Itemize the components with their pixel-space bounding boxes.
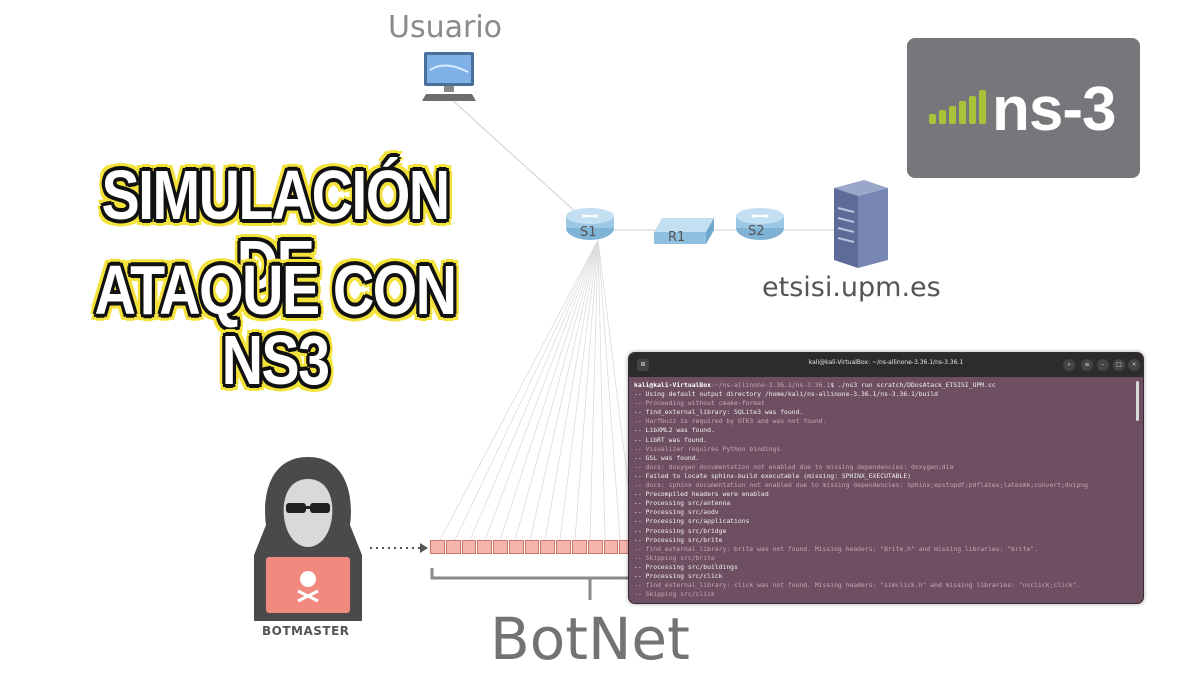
bot-node-icon — [461, 540, 477, 554]
hacker-icon — [254, 457, 362, 621]
ns3-logo: ns-3 — [907, 38, 1140, 178]
search-icon[interactable]: ⌕ — [1063, 359, 1075, 371]
terminal-line: -- Processing src/click — [634, 571, 723, 580]
close-icon[interactable]: × — [1128, 359, 1140, 371]
terminal-scrollbar[interactable] — [1136, 381, 1139, 421]
terminal-line: -- Skipping src/click — [634, 590, 715, 599]
bot-node-icon — [524, 540, 540, 554]
bot-node-icon — [477, 540, 493, 554]
title-line-2: ATAQUE CON NS3 — [94, 251, 458, 399]
terminal-line: -- Using default output directory /home/… — [634, 390, 938, 399]
terminal-line: -- find_external_library: SQLite3 was fo… — [634, 408, 804, 417]
terminal-line: -- GSL was found. — [634, 453, 700, 462]
bot-node-icon — [587, 540, 603, 554]
terminal-line: -- docs: doxygen documentation not enabl… — [634, 462, 954, 471]
router-s2-label: S2 — [748, 224, 765, 239]
bot-node-icon — [493, 540, 508, 554]
bot-node-icon — [508, 540, 524, 554]
terminal-line: -- Processing src/brite — [634, 535, 723, 544]
router-r1-label: R1 — [668, 230, 686, 245]
terminal-output: kali@kali-VirtualBox:~/ns-allinone-3.36.… — [629, 377, 1143, 603]
botmaster-label: BOTMASTER — [262, 624, 350, 638]
minimize-icon[interactable]: – — [1097, 359, 1109, 371]
server-label: etsisi.upm.es — [762, 272, 941, 303]
terminal-line: -- LibXML2 was found. — [634, 426, 715, 435]
router-s1-label: S1 — [580, 225, 597, 240]
terminal-line: -- Processing src/antenna — [634, 499, 731, 508]
prompt-user: kali@kali-VirtualBox — [634, 381, 711, 389]
bot-node-icon — [556, 540, 572, 554]
terminal-line: -- find_external_library: brite was not … — [634, 544, 1038, 553]
menu-icon[interactable]: ≡ — [1081, 359, 1093, 371]
terminal-line: -- Processing src/buildings — [634, 562, 738, 571]
terminal-line: -- LibRT was found. — [634, 435, 708, 444]
computer-icon — [422, 52, 476, 101]
terminal-titlebar[interactable]: ⊞ kali@kali-VirtualBox: ~/ns-allinone-3.… — [629, 353, 1143, 377]
maximize-icon[interactable]: □ — [1113, 359, 1125, 371]
terminal-line: -- Proceeding without cmake-format — [634, 399, 765, 408]
logo-text: ns-3 — [992, 75, 1116, 144]
terminal-line: -- Processing src/bridge — [634, 526, 727, 535]
terminal-line: -- Processing src/applications — [634, 517, 750, 526]
bot-node-icon — [445, 540, 461, 554]
terminal-line: -- Harfbuzz is required by GTK3 and was … — [634, 417, 827, 426]
terminal-line: -- Visualizer requires Python bindings — [634, 444, 781, 453]
bot-node-icon — [572, 540, 587, 554]
prompt-command: $ ./ns3 run scratch/DDosAtack_ETSISI_UPM… — [830, 381, 996, 389]
terminal-line: -- find_external_library: click was not … — [634, 581, 1081, 590]
prompt-path: :~/ns-allinone-3.36.1/ns-3.36.1 — [710, 381, 831, 389]
terminal-line: -- Precompiled headers were enabled — [634, 490, 769, 499]
bot-node-icon — [430, 540, 445, 554]
botnet-node-row — [430, 540, 650, 564]
terminal-line: -- Processing src/aodv — [634, 508, 719, 517]
terminal-line: -- docs: sphinx documentation not enable… — [634, 481, 1089, 490]
user-label: Usuario — [388, 10, 503, 45]
terminal-line: -- Skipping src/brite — [634, 553, 715, 562]
botnet-label: BotNet — [490, 605, 690, 673]
terminal-window[interactable]: ⊞ kali@kali-VirtualBox: ~/ns-allinone-3.… — [628, 352, 1144, 604]
bot-node-icon — [603, 540, 619, 554]
server-icon — [834, 180, 888, 268]
bot-node-icon — [540, 540, 556, 554]
terminal-line: -- Failed to locate sphinx-build executa… — [634, 471, 912, 480]
